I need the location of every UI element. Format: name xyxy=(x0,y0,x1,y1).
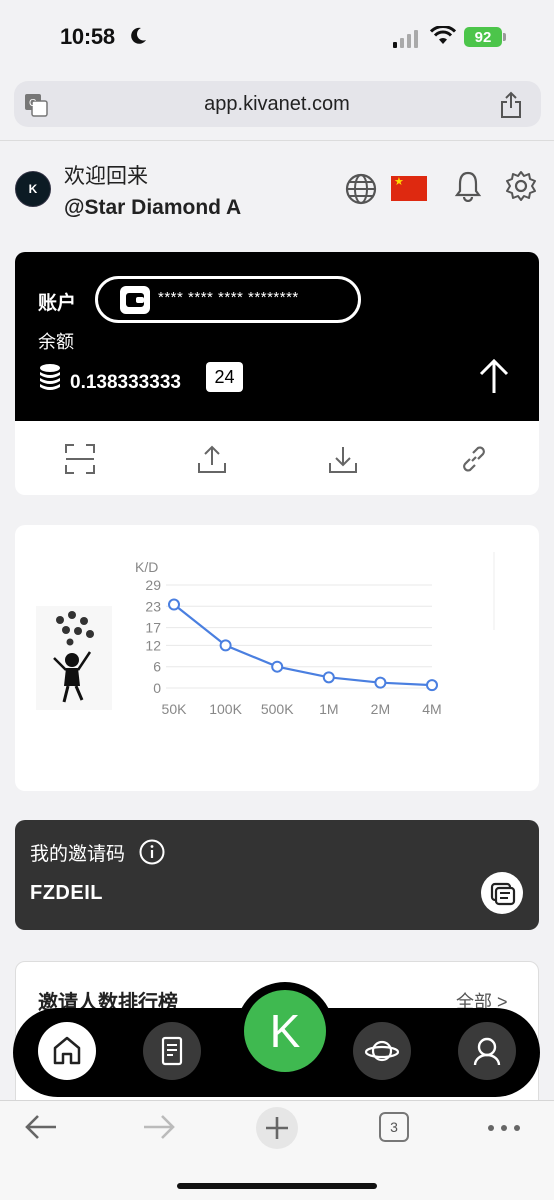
x-tick-label: 4M xyxy=(422,701,441,717)
wifi-icon xyxy=(430,26,456,44)
x-tick-label: 500K xyxy=(261,701,294,717)
svg-text:G: G xyxy=(29,98,37,109)
gear-icon[interactable] xyxy=(505,170,537,202)
account-label: 账户 xyxy=(38,293,77,314)
bell-icon[interactable] xyxy=(453,170,483,202)
coins-icon xyxy=(40,364,60,390)
data-point xyxy=(426,679,438,692)
divider xyxy=(0,140,554,141)
data-point xyxy=(219,639,232,652)
profile-icon xyxy=(473,1037,501,1066)
data-point xyxy=(168,598,180,611)
url-text[interactable]: app.kivanet.com xyxy=(0,93,554,116)
x-tick-label: 100K xyxy=(209,701,242,717)
balance-badge: 24 xyxy=(206,362,243,392)
invite-label: 我的邀请码 xyxy=(30,844,126,865)
y-tick-label: 29 xyxy=(145,577,161,593)
nav-profile[interactable] xyxy=(458,1022,516,1080)
avatar[interactable]: K xyxy=(15,171,51,207)
back-icon[interactable] xyxy=(24,1112,58,1142)
series-line xyxy=(173,603,433,687)
balance-value: 0.138333333 xyxy=(70,372,181,393)
share-icon[interactable] xyxy=(499,91,523,119)
arrow-up-icon[interactable] xyxy=(477,357,511,395)
home-indicator xyxy=(177,1183,377,1189)
forward-icon[interactable] xyxy=(142,1112,176,1142)
y-axis-label: K/D xyxy=(135,559,158,575)
home-icon xyxy=(53,1036,81,1065)
more-icon[interactable] xyxy=(487,1124,521,1132)
y-tick-label: 12 xyxy=(145,637,161,653)
data-point xyxy=(374,676,387,689)
upload-icon[interactable] xyxy=(196,443,228,475)
globe-icon[interactable] xyxy=(344,172,378,206)
nav-planet[interactable] xyxy=(353,1022,411,1080)
moon-icon xyxy=(131,27,146,44)
y-tick-label: 0 xyxy=(153,680,161,696)
signal-icon xyxy=(393,30,418,48)
planet-icon xyxy=(364,1040,400,1062)
y-tick-label: 17 xyxy=(145,620,161,636)
link-icon[interactable] xyxy=(458,443,490,475)
docs-icon xyxy=(161,1036,183,1066)
copy-button[interactable] xyxy=(481,872,523,914)
download-icon[interactable] xyxy=(327,443,359,475)
tabs-button[interactable]: 3 xyxy=(379,1112,409,1142)
flag-star-icon: ★ xyxy=(394,176,404,188)
battery-tip xyxy=(503,33,506,41)
data-point xyxy=(271,660,284,673)
battery-indicator: 92 xyxy=(464,27,502,47)
status-time: 10:58 xyxy=(60,24,115,49)
nav-k-button[interactable]: K xyxy=(244,990,326,1072)
line-chart: K/D 0 6 1217 23 29 50K 100K 500K 1M 2M 4M xyxy=(135,552,495,717)
x-tick-label: 1M xyxy=(319,701,338,717)
nav-docs[interactable] xyxy=(143,1022,201,1080)
wallet-icon xyxy=(120,286,150,314)
y-tick-label: 23 xyxy=(145,598,161,614)
scan-icon[interactable] xyxy=(64,443,96,475)
x-tick-label: 2M xyxy=(371,701,390,717)
invite-card xyxy=(15,820,539,930)
new-tab-icon[interactable] xyxy=(255,1106,299,1150)
welcome-text: 欢迎回来 xyxy=(64,165,148,188)
info-icon[interactable] xyxy=(139,839,165,865)
translate-icon[interactable]: G xyxy=(24,93,48,117)
nav-home[interactable] xyxy=(38,1022,96,1080)
account-number: **** **** **** ******** xyxy=(158,289,299,306)
x-tick-label: 50K xyxy=(162,701,188,717)
copy-icon xyxy=(490,882,516,906)
data-point xyxy=(322,671,335,684)
y-tick-label: 6 xyxy=(153,659,161,675)
illustration-person-icon xyxy=(36,606,112,710)
invite-code: FZDEIL xyxy=(30,882,103,904)
balance-label: 余额 xyxy=(38,332,74,352)
username: @Star Diamond A xyxy=(64,196,242,219)
